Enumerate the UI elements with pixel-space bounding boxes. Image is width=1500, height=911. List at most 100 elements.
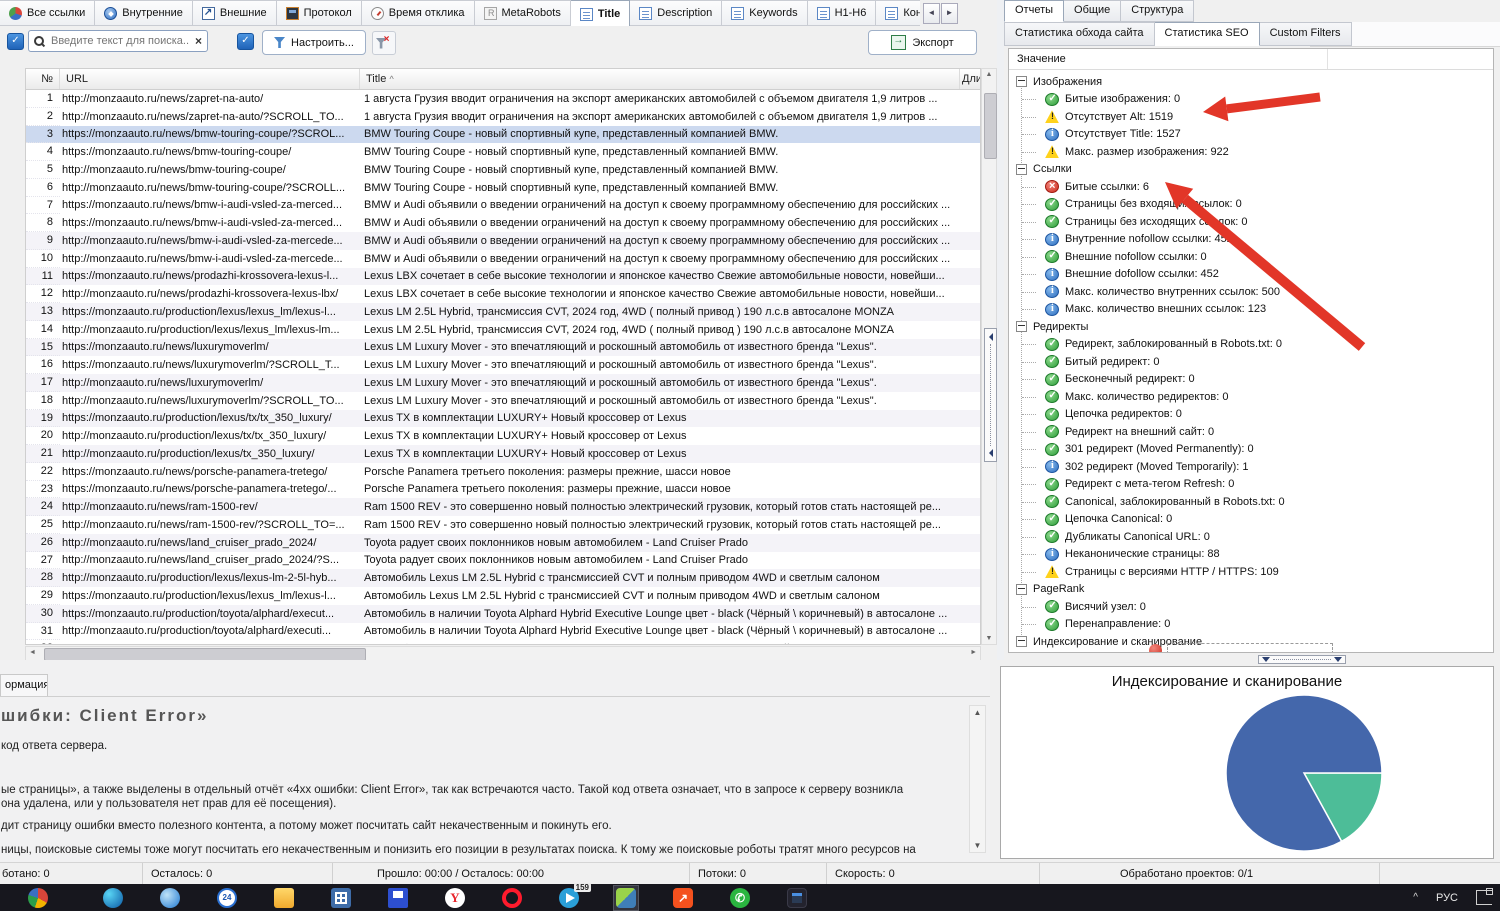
table-row[interactable]: 22 https://monzaauto.ru/news/porsche-pan… [26, 463, 980, 481]
table-row[interactable]: 14 http://monzaauto.ru/production/lexus/… [26, 321, 980, 339]
tray-chevron-icon[interactable]: ^ [1413, 892, 1418, 903]
scroll-up-icon[interactable]: ▲ [970, 708, 985, 717]
tree-row[interactable]: Битый редирект: 0 [1009, 353, 1493, 371]
tree-row[interactable]: Цепочка редиректов: 0 [1009, 406, 1493, 424]
touch-keyboard-icon[interactable] [1476, 890, 1492, 905]
language-indicator[interactable]: РУС [1436, 892, 1458, 904]
toolbar-tab[interactable]: Время отклика [362, 0, 475, 26]
whatsapp-icon[interactable] [728, 886, 752, 910]
scroll-down-icon[interactable]: ▼ [970, 841, 985, 850]
tree-row[interactable]: 302 редирект (Moved Temporarily): 1 [1009, 458, 1493, 476]
table-row[interactable]: 21 http://monzaauto.ru/production/lexus/… [26, 445, 980, 463]
table-row[interactable]: 32 https://monzaauto.ru/production/toyot… [26, 640, 980, 645]
scroll-left-icon[interactable]: ◄ [29, 649, 36, 656]
column-header-url[interactable]: URL [60, 69, 360, 89]
tree-row[interactable]: Бесконечный редирект: 0 [1009, 371, 1493, 389]
toolbar-tab[interactable]: Description [630, 0, 722, 26]
tree-collapse-icon[interactable] [1016, 76, 1027, 87]
table-row[interactable]: 1 http://monzaauto.ru/news/zapret-na-aut… [26, 90, 980, 108]
tree-row[interactable]: Цепочка Canonical: 0 [1009, 511, 1493, 529]
table-row[interactable]: 11 https://monzaauto.ru/news/prodazhi-kr… [26, 268, 980, 286]
tree-row[interactable]: Внешние nofollow ссылки: 0 [1009, 248, 1493, 266]
telegram-icon[interactable]: 159 [557, 886, 581, 910]
table-row[interactable]: 28 http://monzaauto.ru/production/lexus/… [26, 569, 980, 587]
tree-row[interactable]: Внешние dofollow ссылки: 452 [1009, 266, 1493, 284]
scroll-up-icon[interactable]: ▲ [983, 71, 995, 78]
tab-reports[interactable]: Отчеты [1004, 0, 1064, 22]
tree-row[interactable]: Макс. количество редиректов: 0 [1009, 388, 1493, 406]
toolbar-tab[interactable]: Протокол [277, 0, 362, 26]
tree-row[interactable]: Редирект, заблокированный в Robots.txt: … [1009, 336, 1493, 354]
calculator-icon[interactable] [329, 886, 353, 910]
configure-filter-button[interactable]: Настроить... [262, 30, 366, 55]
scroll-right-icon[interactable]: ► [970, 649, 977, 656]
clock-24-icon[interactable]: 24 [215, 886, 239, 910]
table-row[interactable]: 27 http://monzaauto.ru/news/land_cruiser… [26, 552, 980, 570]
tree-row[interactable]: Страницы без исходящих ссылок: 0 [1009, 213, 1493, 231]
table-row[interactable]: 9 http://monzaauto.ru/news/bmw-i-audi-vs… [26, 232, 980, 250]
tree-row[interactable]: Битые ссылки: 6 [1009, 178, 1493, 196]
toolbar-tab[interactable]: Внутренние [95, 0, 193, 26]
siteanalyzer-icon[interactable] [614, 886, 638, 910]
tree-collapse-icon[interactable] [1016, 321, 1027, 332]
tree-row[interactable]: Макс. количество внутренних ссылок: 500 [1009, 283, 1493, 301]
table-row[interactable]: 29 https://monzaauto.ru/production/lexus… [26, 587, 980, 605]
folder-icon[interactable] [272, 886, 296, 910]
search-input[interactable] [49, 34, 192, 48]
tree-collapse-icon[interactable] [1016, 636, 1027, 647]
tree-row[interactable]: 301 редирект (Moved Permanently): 0 [1009, 441, 1493, 459]
tree-row[interactable]: Висячий узел: 0 [1009, 598, 1493, 616]
toolbar-tab[interactable]: Внешние [193, 0, 277, 26]
tree-row[interactable]: Canonical, заблокированный в Robots.txt:… [1009, 493, 1493, 511]
trading-app-icon[interactable]: ↗ [671, 886, 695, 910]
tree-row[interactable]: Перенаправление: 0 [1009, 616, 1493, 634]
tree-row[interactable]: Отсутствует Alt: 1519 [1009, 108, 1493, 126]
table-row[interactable]: 26 http://monzaauto.ru/news/land_cruiser… [26, 534, 980, 552]
table-row[interactable]: 18 http://monzaauto.ru/news/luxurymoverl… [26, 392, 980, 410]
tree-row[interactable]: Макс. количество внешних ссылок: 123 [1009, 301, 1493, 319]
table-row[interactable]: 4 https://monzaauto.ru/news/bmw-touring-… [26, 143, 980, 161]
filter-checkbox[interactable] [237, 33, 254, 50]
table-row[interactable]: 16 https://monzaauto.ru/news/luxurymover… [26, 356, 980, 374]
column-header-title[interactable]: Title ^ [360, 69, 960, 89]
table-row[interactable]: 2 http://monzaauto.ru/news/zapret-na-aut… [26, 108, 980, 126]
search-clear-icon[interactable]: × [195, 34, 202, 48]
table-row[interactable]: 31 http://monzaauto.ru/production/toyota… [26, 623, 980, 641]
export-button[interactable]: Экспорт [868, 30, 977, 55]
table-row[interactable]: 3 https://monzaauto.ru/news/bmw-touring-… [26, 126, 980, 144]
subtab-seo-statistics[interactable]: Статистика SEO [1155, 22, 1260, 46]
table-row[interactable]: 6 http://monzaauto.ru/news/bmw-touring-c… [26, 179, 980, 197]
tree-row[interactable]: Редирект на внешний сайт: 0 [1009, 423, 1493, 441]
edge-icon[interactable] [101, 886, 125, 910]
column-header-length[interactable]: Длин [960, 69, 980, 89]
tab-general[interactable]: Общие [1064, 0, 1121, 22]
toolbar-tab[interactable]: Keywords [722, 0, 807, 26]
column-header-number[interactable]: № [26, 69, 60, 89]
tree-row[interactable]: Страницы без входящих ссылок: 0 [1009, 196, 1493, 214]
table-row[interactable]: 8 https://monzaauto.ru/news/bmw-i-audi-v… [26, 214, 980, 232]
save-icon[interactable] [386, 886, 410, 910]
search-checkbox[interactable] [7, 33, 24, 50]
tree-row[interactable]: Ссылки [1009, 161, 1493, 179]
table-row[interactable]: 23 https://monzaauto.ru/news/porsche-pan… [26, 481, 980, 499]
clear-filter-button[interactable] [372, 31, 396, 55]
tab-scroll-left-icon[interactable]: ◄ [923, 3, 940, 24]
table-row[interactable]: 30 https://monzaauto.ru/production/toyot… [26, 605, 980, 623]
table-row[interactable]: 19 https://monzaauto.ru/production/lexus… [26, 410, 980, 428]
table-row[interactable]: 15 https://monzaauto.ru/news/luxurymover… [26, 339, 980, 357]
table-row[interactable]: 5 http://monzaauto.ru/news/bmw-touring-c… [26, 161, 980, 179]
tree-row[interactable]: Отсутствует Title: 1527 [1009, 126, 1493, 144]
calendar-app-icon[interactable] [785, 886, 809, 910]
toolbar-tab[interactable]: Title [571, 0, 630, 26]
right-splitter-handle[interactable] [1258, 655, 1346, 664]
mail-app-icon[interactable] [158, 886, 182, 910]
table-row[interactable]: 12 http://monzaauto.ru/news/prodazhi-kro… [26, 285, 980, 303]
tree-row[interactable]: Дубликаты Canonical URL: 0 [1009, 528, 1493, 546]
tree-column-header[interactable]: Значение [1009, 49, 1493, 70]
subtab-custom-filters[interactable]: Custom Filters [1260, 22, 1352, 46]
tree-row[interactable]: Редиректы [1009, 318, 1493, 336]
table-horizontal-scrollbar[interactable]: ◄ ► [25, 646, 981, 661]
table-row[interactable]: 13 https://monzaauto.ru/production/lexus… [26, 303, 980, 321]
toolbar-tab[interactable]: Все ссылки [0, 0, 95, 26]
subtab-crawl-statistics[interactable]: Статистика обхода сайта [1004, 22, 1155, 46]
